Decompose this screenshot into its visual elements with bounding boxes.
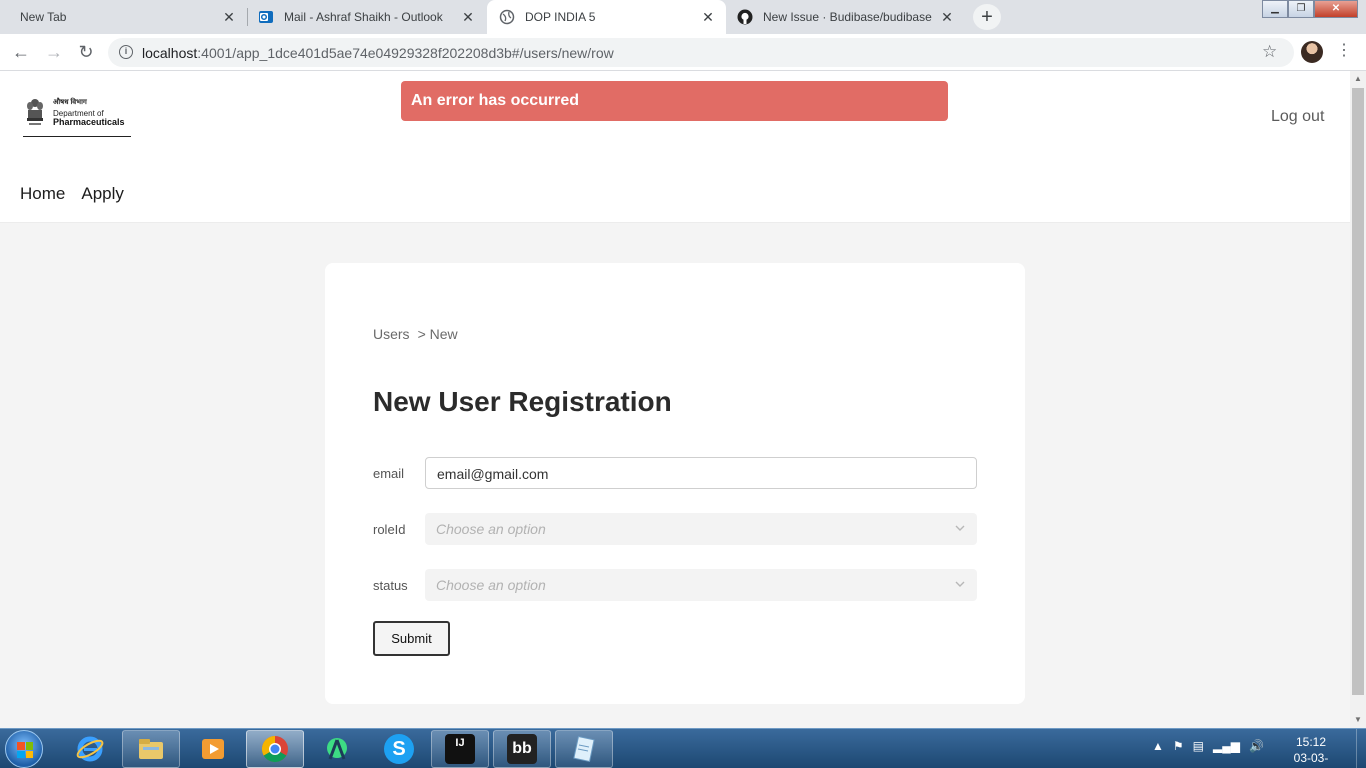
url-host: localhost: [142, 45, 198, 61]
scroll-up-arrow-icon[interactable]: ▲: [1350, 71, 1366, 87]
skype-icon: S: [384, 734, 414, 764]
taskbar-explorer[interactable]: [122, 730, 180, 768]
page-scrollbar[interactable]: ▲ ▼: [1350, 71, 1366, 728]
bookmark-star-icon[interactable]: ☆: [1262, 42, 1277, 62]
maximize-button[interactable]: ❐: [1288, 0, 1314, 18]
taskbar-media-player[interactable]: [184, 730, 242, 768]
info-icon[interactable]: i: [119, 45, 133, 59]
taskbar-android-studio[interactable]: [308, 730, 366, 768]
taskbar-notepad[interactable]: [555, 730, 613, 768]
breadcrumb: Users > New: [373, 326, 466, 342]
ie-icon: [75, 734, 105, 764]
submit-button[interactable]: Submit: [373, 621, 450, 656]
system-tray: ▲ ⚑ ▤ ▂▄▆ 🔊: [1152, 739, 1273, 753]
status-placeholder: Choose an option: [436, 577, 546, 593]
tab-outlook[interactable]: Mail - Ashraf Shaikh - Outlook ✕: [248, 0, 486, 34]
url-path: :4001/app_1dce401d5ae74e04929328f202208d…: [197, 45, 614, 61]
github-icon: [737, 9, 753, 25]
nav-home[interactable]: Home: [20, 184, 65, 204]
action-center-flag-icon[interactable]: ⚑: [1173, 739, 1184, 753]
logout-link[interactable]: Log out: [1271, 108, 1324, 126]
department-logo[interactable]: औषध विभाग Department of Pharmaceuticals: [23, 95, 131, 137]
profile-avatar[interactable]: [1301, 41, 1323, 63]
roleid-select[interactable]: Choose an option: [425, 513, 977, 545]
kebab-menu-icon[interactable]: ⋮: [1336, 41, 1352, 61]
start-button[interactable]: [5, 730, 43, 768]
clock-time: 15:12: [1295, 735, 1327, 749]
tab-new-tab[interactable]: New Tab ✕: [0, 0, 247, 34]
logo-name-text: Pharmaceuticals: [53, 117, 125, 127]
intellij-icon: IJ: [445, 734, 475, 764]
tab-dop-india[interactable]: DOP INDIA 5 ✕: [487, 0, 726, 34]
volume-icon[interactable]: 🔊: [1249, 739, 1264, 753]
clock-date: 03-03-2021: [1293, 751, 1329, 768]
taskbar-skype[interactable]: S: [370, 730, 428, 768]
breadcrumb-new: > New: [417, 326, 458, 342]
window-controls: ▁ ❐ ✕: [1262, 0, 1358, 18]
tab-title: New Issue · Budibase/budibase: [763, 10, 932, 24]
tab-title: DOP INDIA 5: [525, 10, 596, 24]
form-card: Users > New New User Registration email …: [325, 263, 1025, 704]
chevron-down-icon: [955, 525, 965, 531]
tab-title: New Tab: [20, 10, 67, 24]
status-select[interactable]: Choose an option: [425, 569, 977, 601]
explorer-icon: [136, 734, 166, 764]
close-icon[interactable]: ✕: [221, 9, 237, 25]
windows-taskbar: S IJ bb ▲ ⚑ ▤ ▂▄▆ 🔊 15:12 03-03-2021: [0, 728, 1366, 768]
taskbar-intellij[interactable]: IJ: [431, 730, 489, 768]
scroll-down-arrow-icon[interactable]: ▼: [1350, 712, 1366, 728]
device-icon[interactable]: ▤: [1193, 739, 1204, 753]
page-viewport: औषध विभाग Department of Pharmaceuticals …: [0, 71, 1350, 728]
status-label: status: [373, 578, 408, 593]
error-toast: An error has occurred: [401, 81, 948, 121]
android-studio-icon: [322, 734, 352, 764]
national-emblem-icon: [27, 99, 43, 125]
minimize-button[interactable]: ▁: [1262, 0, 1288, 18]
nav-apply[interactable]: Apply: [81, 184, 124, 204]
media-player-icon: [198, 734, 228, 764]
roleid-placeholder: Choose an option: [436, 521, 546, 537]
address-bar[interactable]: i localhost:4001/app_1dce401d5ae74e04929…: [108, 38, 1294, 67]
chevron-down-icon: [955, 581, 965, 587]
globe-icon: [499, 9, 515, 25]
network-signal-icon[interactable]: ▂▄▆: [1213, 739, 1240, 753]
tab-github[interactable]: New Issue · Budibase/budibase ✕: [727, 0, 965, 34]
windows-logo-icon: [17, 742, 33, 758]
scrollbar-thumb[interactable]: [1352, 88, 1364, 695]
taskbar-clock[interactable]: 15:12 03-03-2021: [1281, 734, 1341, 768]
taskbar-budibase[interactable]: bb: [493, 730, 551, 768]
close-icon[interactable]: ✕: [700, 9, 716, 25]
chrome-icon: [260, 734, 290, 764]
roleid-label: roleId: [373, 522, 406, 537]
forward-button[interactable]: →: [42, 40, 66, 64]
taskbar-ie[interactable]: [61, 730, 119, 768]
browser-toolbar: ← → ↻ i localhost:4001/app_1dce401d5ae74…: [0, 34, 1366, 71]
close-icon[interactable]: ✕: [939, 9, 955, 25]
show-desktop-button[interactable]: [1356, 729, 1366, 768]
page-title: New User Registration: [373, 386, 672, 417]
close-icon[interactable]: ✕: [460, 9, 476, 25]
email-label: email: [373, 466, 405, 481]
taskbar-chrome[interactable]: [246, 730, 304, 768]
email-field[interactable]: email@gmail.com: [425, 457, 977, 489]
tab-title: Mail - Ashraf Shaikh - Outlook: [284, 10, 443, 24]
close-window-button[interactable]: ✕: [1314, 0, 1358, 18]
reload-button[interactable]: ↻: [74, 40, 98, 64]
new-tab-button[interactable]: +: [973, 4, 1001, 30]
url-text[interactable]: localhost:4001/app_1dce401d5ae74e0492932…: [142, 45, 614, 61]
budibase-icon: bb: [507, 734, 537, 764]
notepad-icon: [569, 734, 599, 764]
logo-hindi-text: औषध विभाग: [53, 99, 87, 106]
breadcrumb-users[interactable]: Users: [373, 326, 410, 342]
main-nav: Home Apply: [20, 184, 140, 204]
back-button[interactable]: ←: [9, 40, 33, 64]
outlook-icon: [258, 9, 274, 25]
browser-tabstrip: New Tab ✕ Mail - Ashraf Shaikh - Outlook…: [0, 0, 1366, 34]
show-hidden-icons-icon[interactable]: ▲: [1152, 739, 1164, 753]
